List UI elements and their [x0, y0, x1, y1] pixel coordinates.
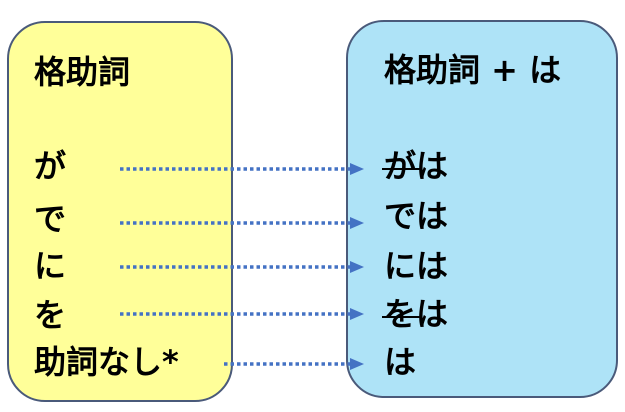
arrow-de: [120, 217, 364, 229]
arrow-head: [350, 217, 364, 229]
arrow-head: [350, 261, 364, 273]
arrow-ni: [120, 261, 364, 273]
arrow-head: [350, 163, 364, 175]
arrow-wo: [120, 308, 364, 320]
arrow-ga: [120, 163, 364, 175]
arrow-head: [350, 308, 364, 320]
arrow-head: [350, 358, 364, 370]
arrow-no-particle: [224, 358, 364, 370]
connector-arrows: [120, 163, 364, 370]
